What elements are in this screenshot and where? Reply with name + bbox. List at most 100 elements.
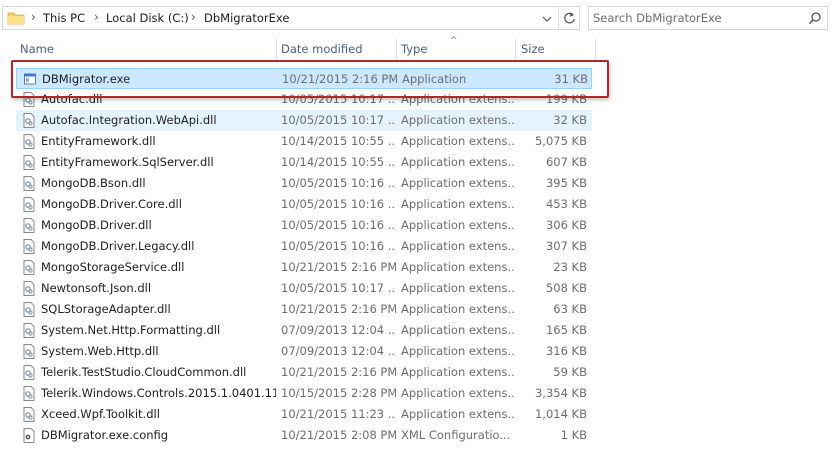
file-name[interactable]: Autofac.Integration.WebApi.dll (41, 113, 276, 127)
file-name[interactable]: DBMigrator.exe.config (41, 428, 276, 442)
file-type: Application extens... (401, 218, 516, 232)
file-row[interactable]: SQLStorageAdapter.dll 10/21/2015 2:16 PM A… (16, 299, 592, 320)
file-row[interactable]: DBMigrator.exe.config 10/21/2015 2:08 PM X… (16, 425, 592, 446)
file-date-modified: 10/05/2015 10:17 ... (281, 92, 396, 106)
file-date-modified: 10/21/2015 11:23 ... (281, 407, 396, 421)
file-row[interactable]: EntityFramework.dll 10/14/2015 10:55 ... A… (16, 131, 592, 152)
column-divider[interactable] (276, 38, 277, 62)
file-name[interactable]: Autofac.dll (41, 92, 276, 106)
search-box[interactable] (588, 6, 828, 30)
chevron-right-icon[interactable]: › (31, 10, 36, 24)
file-type: Application (402, 72, 467, 86)
address-bar[interactable]: › This PC › Local Disk (C:) › DbMigrator… (2, 6, 580, 30)
file-row[interactable]: Xceed.Wpf.Toolkit.dll 10/21/2015 11:23 ..… (16, 404, 592, 425)
search-input[interactable] (593, 10, 803, 26)
file-name[interactable]: System.Net.Http.Formatting.dll (41, 323, 276, 337)
file-size: 306 KB (545, 218, 587, 232)
file-name[interactable]: System.Web.Http.dll (41, 344, 276, 358)
column-divider[interactable] (595, 38, 596, 62)
file-size: 199 KB (545, 92, 587, 106)
chevron-down-icon[interactable] (539, 12, 555, 26)
column-header-date[interactable]: Date modified (281, 42, 363, 56)
file-type: Application extens... (401, 386, 516, 400)
file-row[interactable]: MongoStorageService.dll 10/21/2015 2:16 P… (16, 257, 592, 278)
config-icon (23, 428, 35, 443)
column-header-type[interactable]: Type (401, 42, 427, 56)
file-date-modified: 10/21/2015 2:16 PM (281, 302, 396, 316)
file-name[interactable]: EntityFramework.dll (41, 134, 276, 148)
file-row[interactable]: Autofac.Integration.WebApi.dll 10/05/2015… (16, 110, 592, 131)
file-type: Application extens... (401, 407, 516, 421)
file-row[interactable]: MongoDB.Driver.dll 10/05/2015 10:16 ... Ap… (16, 215, 592, 236)
dll-icon (23, 386, 35, 401)
chevron-right-icon[interactable]: › (191, 10, 196, 24)
dll-icon (23, 155, 35, 170)
dll-icon (23, 365, 35, 380)
file-type: Application extens... (401, 323, 516, 337)
file-row[interactable]: EntityFramework.SqlServer.dll 10/14/2015 … (16, 152, 592, 173)
file-size: 32 KB (553, 113, 587, 127)
file-date-modified: 10/05/2015 10:16 ... (281, 197, 396, 211)
breadcrumb-current-folder[interactable]: DbMigratorExe (204, 11, 289, 25)
column-divider[interactable] (515, 38, 516, 62)
refresh-icon[interactable] (558, 7, 580, 29)
file-type: Application extens... (401, 176, 516, 190)
dll-icon (23, 260, 35, 275)
file-size: 453 KB (545, 197, 587, 211)
file-row[interactable]: System.Net.Http.Formatting.dll 07/09/2013… (16, 320, 592, 341)
file-row[interactable]: Telerik.Windows.Controls.2015.1.0401.11.… (16, 383, 592, 404)
file-name[interactable]: DBMigrator.exe (42, 72, 277, 86)
search-icon[interactable] (808, 11, 822, 25)
file-date-modified: 10/05/2015 10:16 ... (281, 176, 396, 190)
chevron-right-icon[interactable]: › (94, 10, 99, 24)
file-date-modified: 10/15/2015 2:28 PM (281, 386, 396, 400)
exe-icon (24, 72, 36, 87)
file-size: 395 KB (545, 176, 587, 190)
file-row[interactable]: Newtonsoft.Json.dll 10/05/2015 10:17 ... A… (16, 278, 592, 299)
breadcrumb-this-pc[interactable]: This PC (43, 11, 85, 25)
file-name[interactable]: SQLStorageAdapter.dll (41, 302, 276, 316)
file-size: 63 KB (553, 302, 587, 316)
file-size: 307 KB (545, 239, 587, 253)
dll-icon (23, 176, 35, 191)
navigation-bar: › This PC › Local Disk (C:) › DbMigrator… (0, 0, 832, 36)
column-divider[interactable] (396, 38, 397, 62)
dll-icon (23, 344, 35, 359)
file-name[interactable]: MongoStorageService.dll (41, 260, 276, 274)
file-name[interactable]: MongoDB.Bson.dll (41, 176, 276, 190)
sort-ascending-icon: ^ (450, 36, 458, 46)
file-row[interactable]: DBMigrator.exe 10/21/2015 2:16 PM Applicat… (16, 68, 592, 89)
file-name[interactable]: Telerik.TestStudio.CloudCommon.dll (41, 365, 276, 379)
file-date-modified: 10/05/2015 10:17 ... (281, 281, 396, 295)
file-name[interactable]: Xceed.Wpf.Toolkit.dll (41, 407, 276, 421)
file-row[interactable]: MongoDB.Driver.Legacy.dll 10/05/2015 10:1… (16, 236, 592, 257)
file-row[interactable]: Autofac.dll 10/05/2015 10:17 ... Applicati… (16, 89, 592, 110)
file-size: 23 KB (553, 260, 587, 274)
file-row[interactable]: Telerik.TestStudio.CloudCommon.dll 10/21/… (16, 362, 592, 383)
file-size: 3,354 KB (534, 386, 587, 400)
dll-icon (23, 281, 35, 296)
file-name[interactable]: Telerik.Windows.Controls.2015.1.0401.11.… (41, 386, 276, 400)
file-name[interactable]: MongoDB.Driver.dll (41, 218, 276, 232)
file-name[interactable]: MongoDB.Driver.Legacy.dll (41, 239, 276, 253)
file-row[interactable]: System.Web.Http.dll 07/09/2013 12:04 ... A… (16, 341, 592, 362)
file-name[interactable]: EntityFramework.SqlServer.dll (41, 155, 276, 169)
column-header-name[interactable]: Name (20, 42, 54, 56)
column-header-size[interactable]: Size (521, 42, 545, 56)
file-size: 508 KB (545, 281, 587, 295)
file-type: Application extens... (401, 281, 516, 295)
file-type: XML Configuratio... (401, 428, 511, 442)
breadcrumb-local-disk[interactable]: Local Disk (C:) (106, 11, 189, 25)
file-row[interactable]: MongoDB.Bson.dll 10/05/2015 10:16 ... Appl… (16, 173, 592, 194)
dll-icon (23, 218, 35, 233)
file-type: Application extens... (401, 113, 516, 127)
file-list: DBMigrator.exe 10/21/2015 2:16 PM Applicat… (16, 68, 592, 446)
file-date-modified: 07/09/2013 12:04 ... (281, 344, 396, 358)
file-type: Application extens... (401, 155, 516, 169)
file-name[interactable]: Newtonsoft.Json.dll (41, 281, 276, 295)
file-row[interactable]: MongoDB.Driver.Core.dll 10/05/2015 10:16 … (16, 194, 592, 215)
file-date-modified: 10/05/2015 10:16 ... (281, 218, 396, 232)
file-type: Application extens... (401, 239, 516, 253)
file-name[interactable]: MongoDB.Driver.Core.dll (41, 197, 276, 211)
file-date-modified: 10/21/2015 2:08 PM (281, 428, 396, 442)
